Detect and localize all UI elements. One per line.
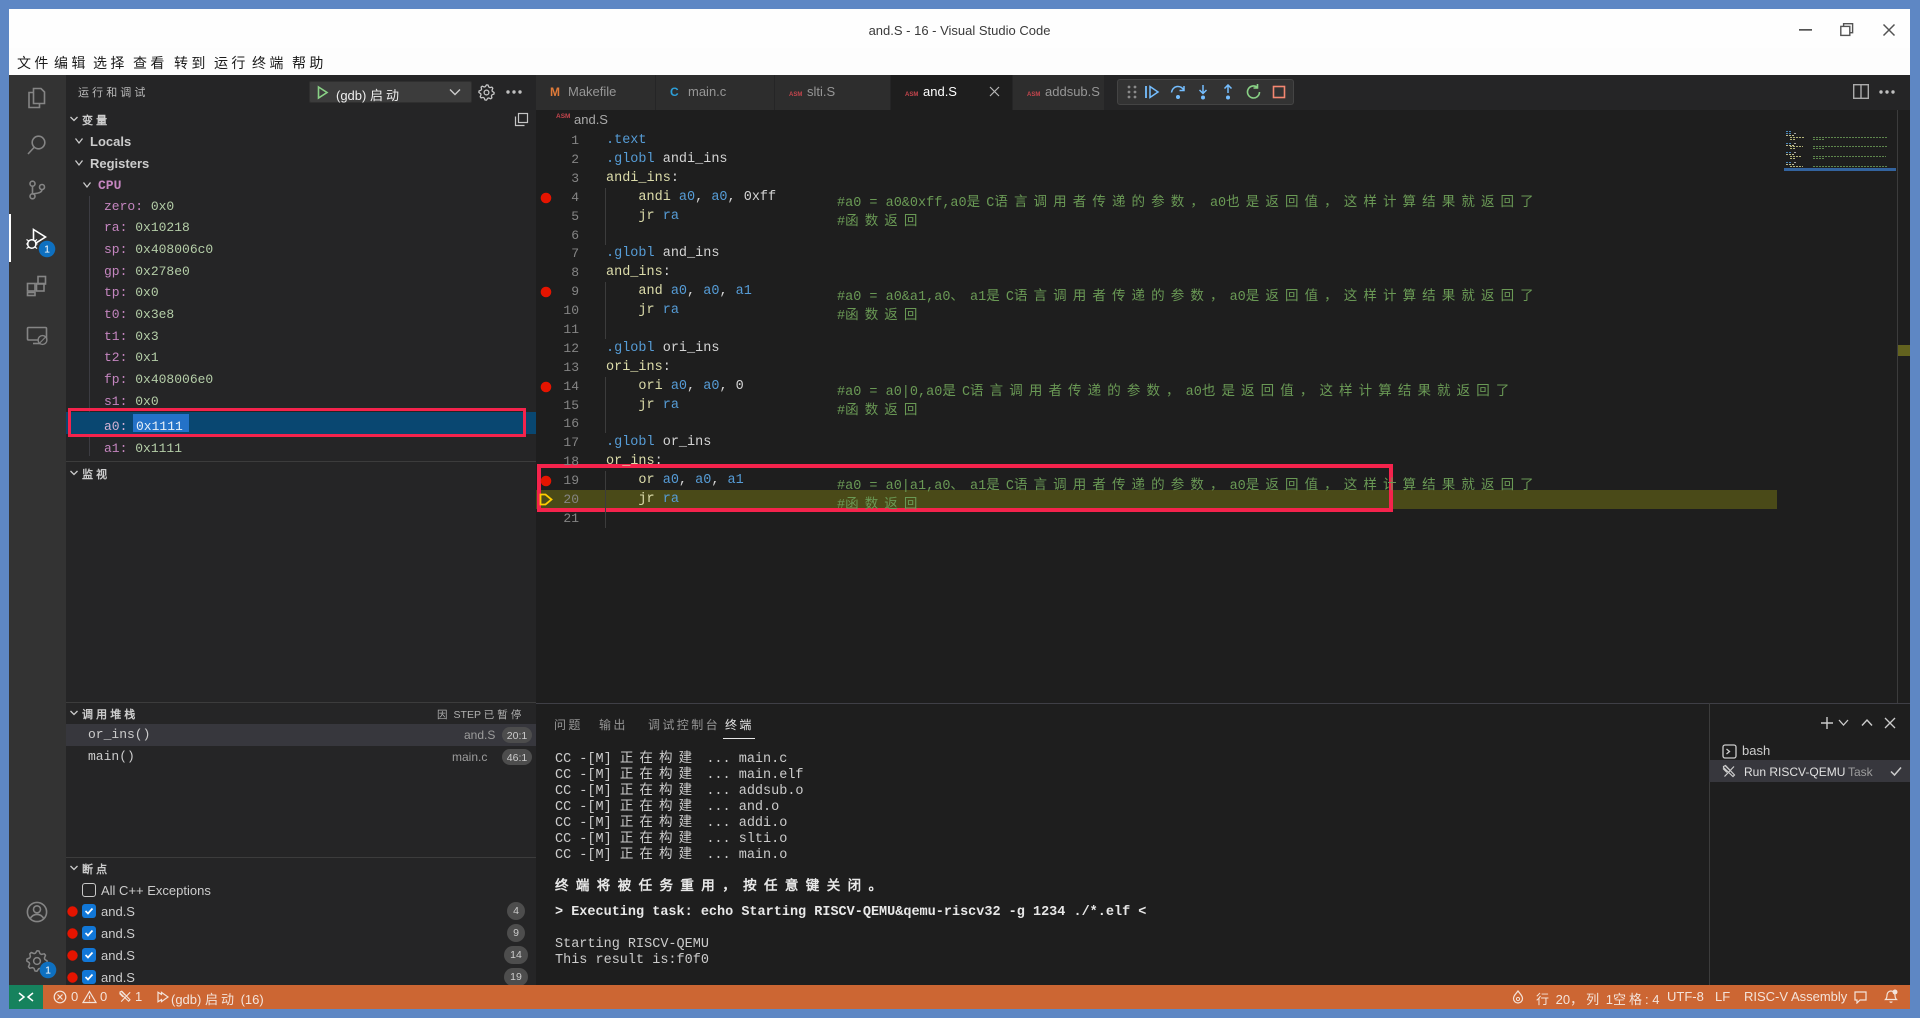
svg-text:1: 1 (44, 244, 50, 256)
svg-text:1: 1 (45, 965, 51, 977)
